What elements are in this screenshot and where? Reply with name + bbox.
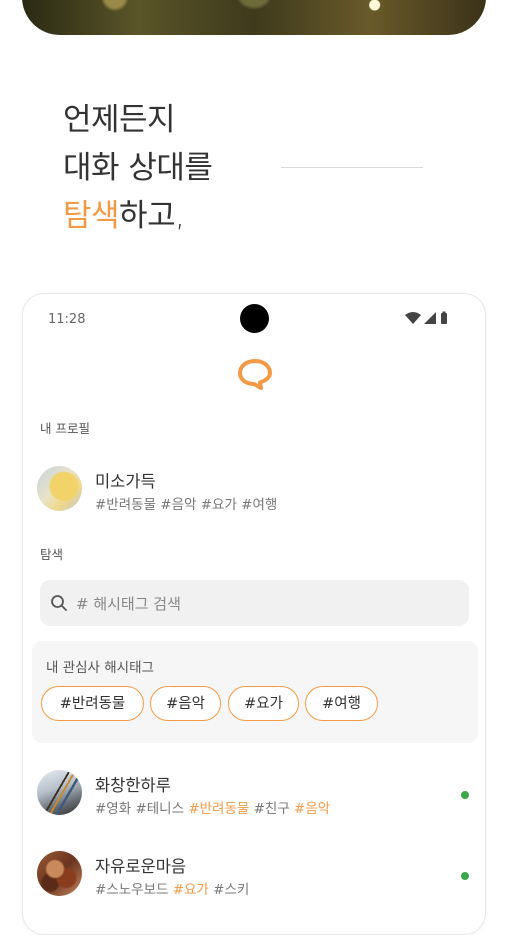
tag-text-highlight: #요가	[172, 882, 209, 898]
camera-cutout	[240, 304, 269, 333]
wifi-icon	[405, 312, 421, 324]
user-list-item[interactable]: 자유로운마음 #스노우보드 #요가 #스키	[37, 851, 469, 901]
status-time: 11:28	[48, 312, 86, 327]
profile-tags: #반려동물 #음악 #요가 #여행	[95, 497, 278, 513]
status-icons	[405, 311, 455, 325]
chat-bubble-logo-icon	[238, 359, 272, 390]
headline-line-1: 언제든지	[63, 102, 176, 138]
user-tags: #영화 #테니스 #반려동물 #친구 #음악	[95, 797, 330, 817]
signal-icon	[424, 312, 436, 324]
hashtag-search-input[interactable]: # 해시태그 검색	[40, 580, 469, 626]
user-list-item[interactable]: 화창한하루 #영화 #테니스 #반려동물 #친구 #음악	[37, 770, 469, 820]
avatar	[37, 770, 82, 815]
tag-text: #친구	[249, 801, 295, 817]
user-name: 화창한하루	[95, 776, 171, 795]
avatar	[37, 851, 82, 896]
interest-hashtags-panel: 내 관심사 해시태그 #반려동물 #음악 #요가 #여행	[32, 641, 478, 743]
my-profile-label: 내 프로필	[40, 421, 90, 436]
decorative-divider	[281, 167, 423, 168]
battery-icon	[441, 311, 447, 324]
avatar	[37, 466, 82, 511]
chip-hashtag[interactable]: #여행	[305, 686, 378, 721]
search-placeholder: # 해시태그 검색	[76, 595, 181, 613]
profile-name: 미소가득	[95, 472, 156, 491]
tag-text: #스노우보드	[95, 882, 173, 898]
online-status-dot	[461, 872, 469, 880]
tag-text: #스키	[208, 882, 250, 898]
headline-line-3: 탐색하고,	[63, 192, 212, 240]
interest-title: 내 관심사 해시태그	[46, 660, 154, 676]
headline-line-2: 대화 상대를	[63, 150, 213, 186]
hero-photo	[22, 0, 486, 35]
tag-text-highlight: #반려동물	[188, 801, 250, 817]
search-icon	[51, 595, 67, 611]
my-profile-card[interactable]: 미소가득 #반려동물 #음악 #요가 #여행	[37, 466, 457, 516]
chip-hashtag[interactable]: #반려동물	[41, 686, 144, 721]
user-tags: #스노우보드 #요가 #스키	[95, 878, 249, 898]
online-status-dot	[461, 791, 469, 799]
tag-text: #영화 #테니스	[95, 801, 189, 817]
chip-hashtag[interactable]: #음악	[150, 686, 221, 721]
explore-label: 탐색	[40, 547, 64, 562]
headline: 언제든지 대화 상대를 탐색하고,	[63, 96, 213, 240]
phone-mockup: 11:28 내 프로필 미소가득 #반려동물 #음악 #요가 #여행 탐색 # …	[22, 293, 486, 935]
headline-accent: 탐색	[63, 198, 120, 234]
user-name: 자유로운마음	[95, 857, 187, 876]
chip-hashtag[interactable]: #요가	[228, 686, 299, 721]
tag-text-highlight: #음악	[294, 801, 331, 817]
headline-rest: 하고,	[119, 198, 185, 234]
